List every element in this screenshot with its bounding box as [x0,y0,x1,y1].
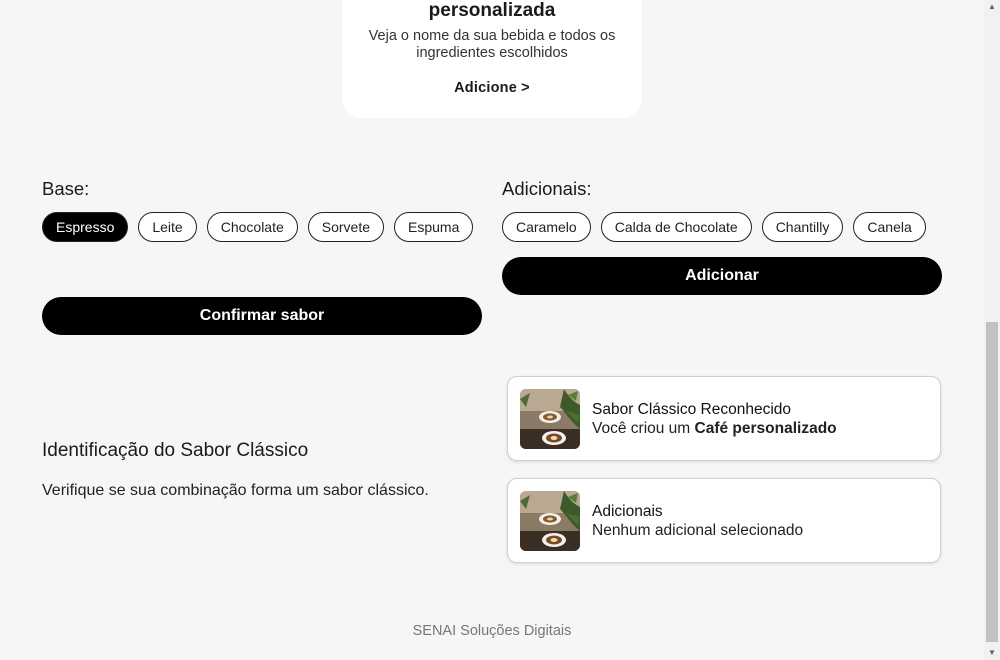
confirm-flavor-button[interactable]: Confirmar sabor [42,297,482,335]
result-text-prefix: Você criou um [592,420,695,437]
identification-description: Verifique se sua combinação forma um sab… [42,482,429,499]
extra-option-calda-de-chocolate[interactable]: Calda de Chocolate [600,212,752,242]
coffee-image [520,389,580,449]
card-title: personalizada [428,0,556,21]
scrollbar-thumb[interactable] [986,322,998,642]
add-extras-button[interactable]: Adicionar [502,257,942,295]
scroll-down-arrow-icon[interactable]: ▼ [984,646,1000,660]
base-option-sorvete[interactable]: Sorvete [307,212,385,242]
result-card-extras: Adicionais Nenhum adicional selecionado [507,478,941,563]
page: personalizada Veja o nome da sua bebida … [0,0,984,660]
base-label: Base: [42,178,90,199]
vertical-scrollbar[interactable]: ▲ ▼ [984,0,1000,660]
result-card-classic: Sabor Clássico Reconhecido Você criou um… [507,376,941,461]
base-option-chocolate[interactable]: Chocolate [206,212,298,242]
result-title: Adicionais [592,503,663,520]
scroll-up-arrow-icon[interactable]: ▲ [984,0,1000,14]
result-text: Nenhum adicional selecionado [592,522,804,539]
extra-option-chantilly[interactable]: Chantilly [761,212,844,242]
extra-option-canela[interactable]: Canela [853,212,926,242]
identification-title: Identificação do Sabor Clássico [42,440,309,461]
footer-text: SENAI Soluções Digitais [412,623,572,639]
result-text-highlight: Café personalizado [694,420,837,437]
result-title: Sabor Clássico Reconhecido [592,401,792,418]
base-options: Espresso Leite Chocolate Sorvete Espuma [42,212,482,242]
base-option-espuma[interactable]: Espuma [394,212,474,242]
extra-option-caramelo[interactable]: Caramelo [502,212,591,242]
card-description: Veja o nome da sua bebida e todos os ing… [368,28,616,61]
custom-drink-card: personalizada Veja o nome da sua bebida … [342,0,642,118]
coffee-image [520,491,580,551]
result-text: Você criou um Café personalizado [592,420,837,438]
adicionais-label: Adicionais: [502,178,592,199]
adicionais-options: Caramelo Calda de Chocolate Chantilly Ca… [502,212,952,242]
add-link[interactable]: Adicione > [342,80,642,96]
base-option-espresso[interactable]: Espresso [42,212,129,242]
base-option-leite[interactable]: Leite [138,212,197,242]
